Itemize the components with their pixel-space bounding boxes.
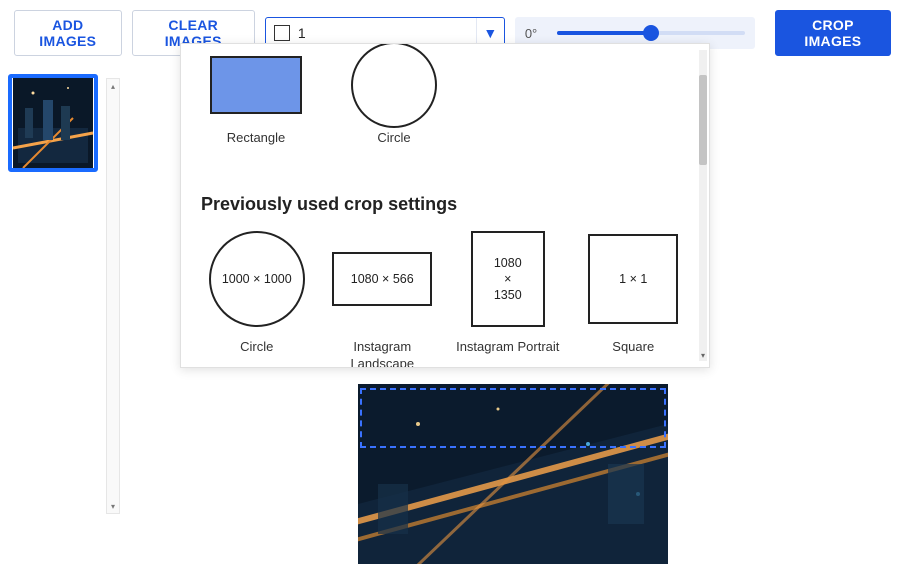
history-item-label: Square bbox=[612, 339, 654, 355]
scroll-down-icon[interactable]: ▾ bbox=[699, 349, 707, 361]
circle-shape-icon: 1000 × 1000 bbox=[209, 231, 305, 327]
history-item-label: Instagram Portrait bbox=[456, 339, 559, 355]
thumbnail-sidebar: ▴ ▾ bbox=[0, 66, 128, 526]
slider-thumb[interactable] bbox=[643, 25, 659, 41]
slider-track bbox=[557, 31, 745, 35]
portrait-shape-icon: 1080 × 1350 bbox=[471, 231, 545, 327]
basic-preset-row: Rectangle Circle bbox=[201, 50, 689, 146]
slider-fill bbox=[557, 31, 651, 35]
thumbnail-image bbox=[12, 78, 94, 168]
history-item-label: Instagram Landscape bbox=[327, 339, 439, 368]
history-item-label: Circle bbox=[240, 339, 273, 355]
thumbnail-item[interactable] bbox=[8, 74, 98, 172]
aspect-ratio-value: 1 bbox=[298, 25, 476, 41]
history-item-instagram-portrait[interactable]: 1080 × 1350 Instagram Portrait bbox=[452, 229, 564, 368]
crop-images-button[interactable]: CROP IMAGES bbox=[775, 10, 891, 56]
circle-shape-icon bbox=[351, 43, 437, 128]
history-section-title: Previously used crop settings bbox=[201, 194, 689, 215]
aspect-dropdown-panel: Rectangle Circle Previously used crop se… bbox=[180, 43, 710, 368]
scroll-up-icon[interactable]: ▴ bbox=[107, 79, 119, 93]
square-shape-icon: 1 × 1 bbox=[588, 234, 678, 324]
preset-label: Circle bbox=[377, 130, 410, 146]
history-row: 1000 × 1000 Circle 1080 × 566 Instagram … bbox=[201, 229, 689, 368]
history-item-circle[interactable]: 1000 × 1000 Circle bbox=[201, 229, 313, 368]
sidebar-scrollbar[interactable]: ▴ ▾ bbox=[106, 78, 120, 514]
aspect-shape-preview-icon bbox=[274, 25, 290, 41]
history-item-instagram-landscape[interactable]: 1080 × 566 Instagram Landscape bbox=[327, 229, 439, 368]
scroll-down-icon[interactable]: ▾ bbox=[107, 499, 119, 513]
rotation-value: 0° bbox=[525, 26, 547, 41]
preset-rectangle[interactable]: Rectangle bbox=[201, 50, 311, 146]
scrollbar-thumb[interactable] bbox=[699, 75, 707, 165]
history-item-square[interactable]: 1 × 1 Square bbox=[578, 229, 690, 368]
main-image[interactable] bbox=[358, 384, 668, 564]
preset-circle[interactable]: Circle bbox=[339, 50, 449, 146]
landscape-shape-icon: 1080 × 566 bbox=[332, 252, 432, 306]
dropdown-scrollbar[interactable]: ▾ bbox=[699, 50, 707, 361]
add-images-button[interactable]: ADD IMAGES bbox=[14, 10, 122, 56]
rectangle-shape-icon bbox=[210, 56, 302, 114]
preset-label: Rectangle bbox=[227, 130, 286, 146]
